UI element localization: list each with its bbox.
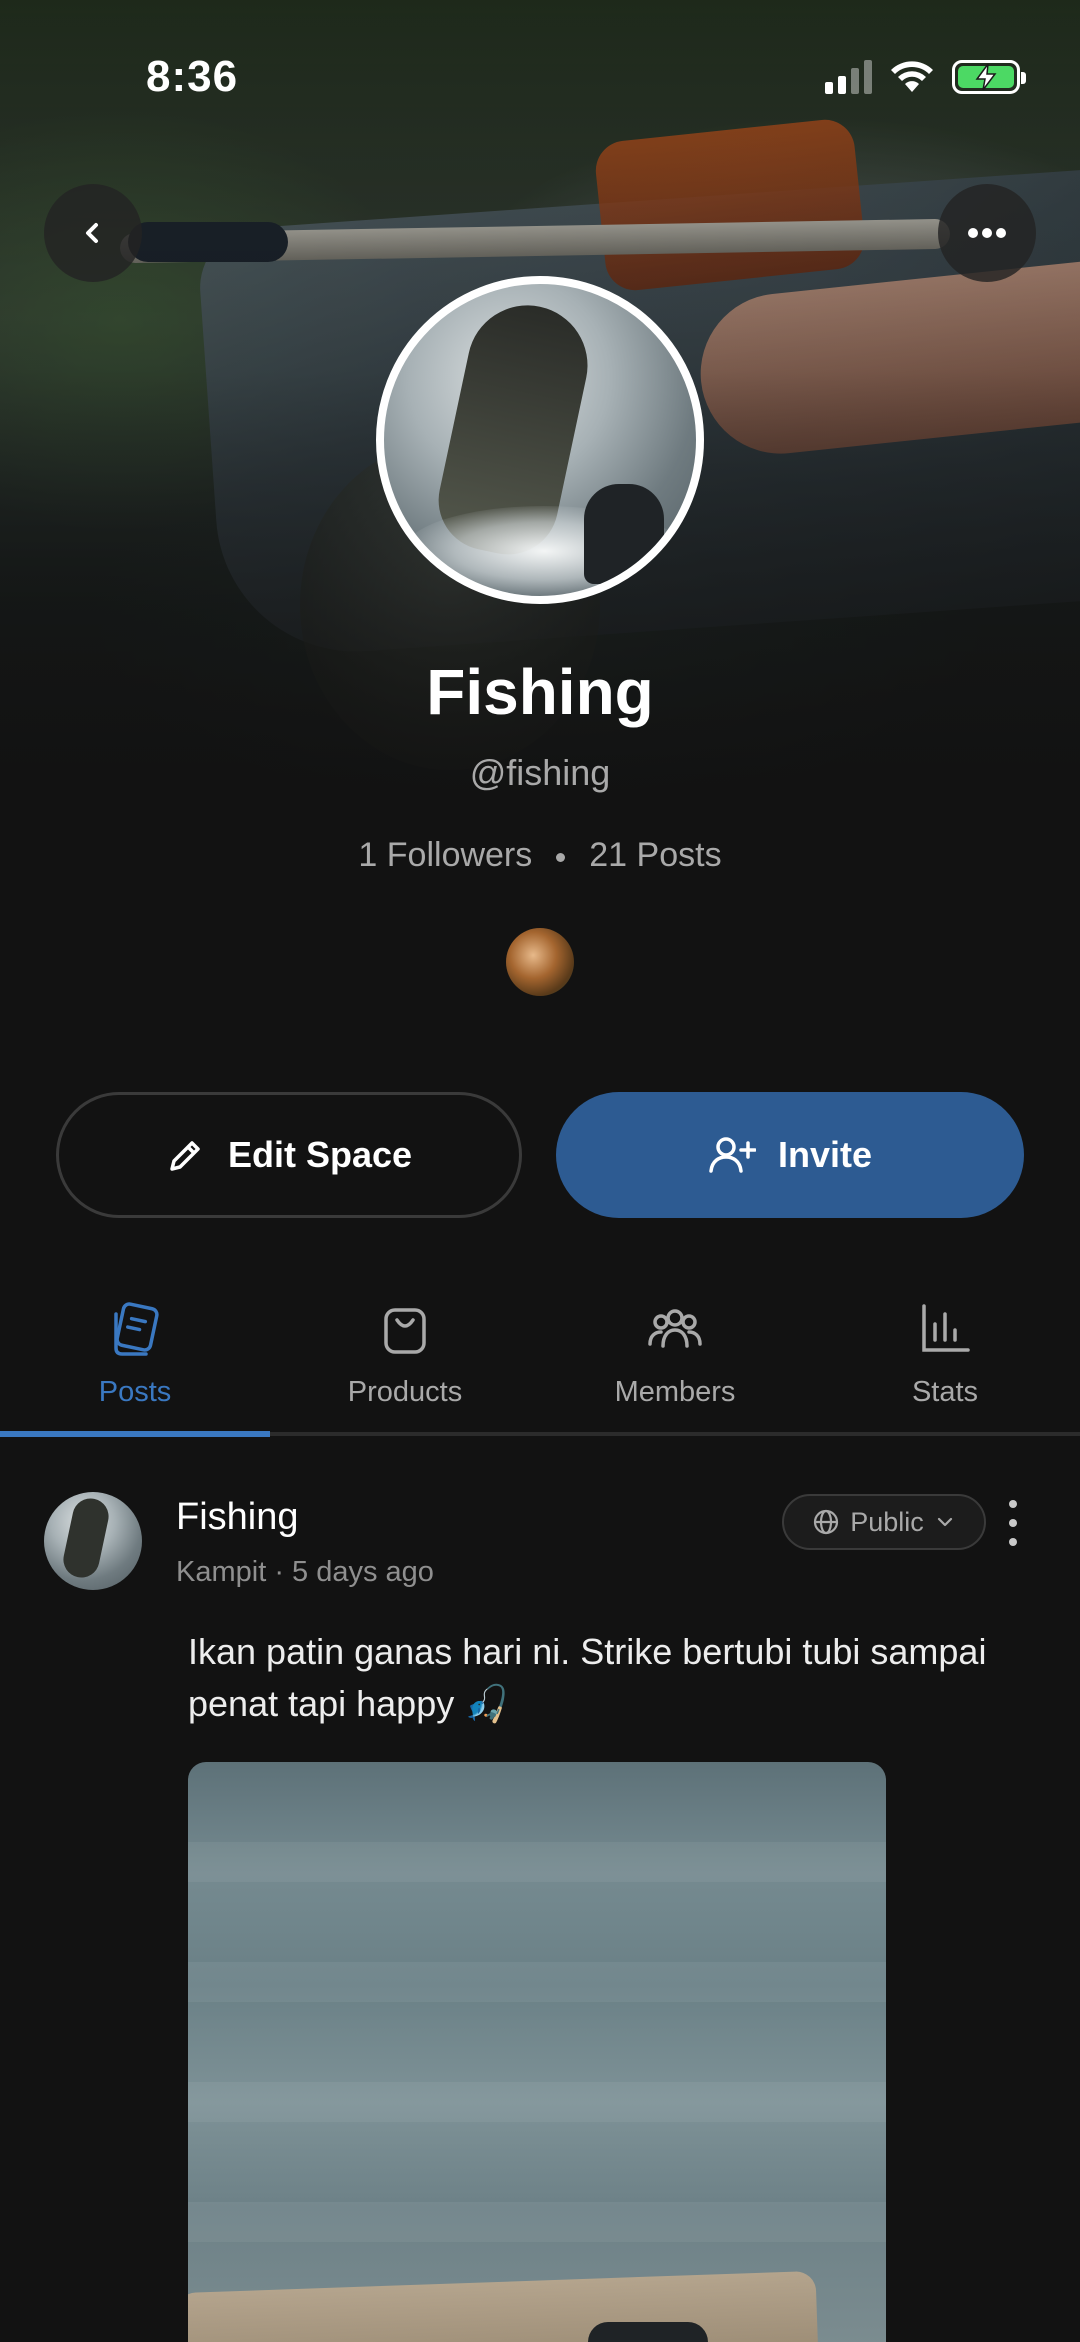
followers-count[interactable]: 1 Followers [358,836,532,874]
invite-label: Invite [777,1134,873,1175]
posts-count: 21 Posts [589,836,722,874]
post-author-avatar[interactable] [44,1492,142,1590]
space-handle: @fishing [469,752,611,793]
active-tab-indicator [0,1431,270,1437]
member-avatar[interactable] [506,928,574,996]
tab-members[interactable]: Members [540,1290,810,1438]
chevron-down-icon [937,1517,952,1527]
globe-icon [814,1509,839,1535]
post-more-options-button[interactable] [1000,1500,1026,1546]
bar-chart-icon [922,1304,970,1352]
posts-icon [114,1302,159,1356]
add-user-icon [709,1137,756,1173]
status-icons [825,60,1026,94]
shopping-bag-icon [384,1308,426,1354]
post-meta: Kampit · 5 days ago [176,1556,434,1588]
space-avatar[interactable] [376,276,704,604]
battery-icon [952,60,1026,94]
visibility-label: Public [850,1506,924,1537]
members-icon [648,1309,702,1348]
tab-stats[interactable]: Stats [810,1290,1080,1438]
edit-space-label: Edit Space [227,1134,413,1175]
visibility-dropdown[interactable]: Public [782,1494,986,1550]
back-button[interactable] [44,184,142,282]
tab-products-label: Products [347,1376,463,1408]
post-author-name[interactable]: Fishing [176,1496,299,1539]
pencil-icon [170,1141,200,1171]
wifi-icon [891,61,933,92]
tab-posts[interactable]: Posts [0,1290,270,1438]
tab-products[interactable]: Products [270,1290,540,1438]
separator-dot [556,852,566,862]
ellipsis-icon [968,228,1006,238]
more-options-button[interactable] [938,184,1036,282]
space-name: Fishing [426,656,654,728]
tab-members-label: Members [614,1376,736,1408]
edit-space-button[interactable]: Edit Space [56,1092,522,1218]
status-time: 8:36 [146,52,239,101]
chevron-left-icon [86,223,98,243]
post-image[interactable] [188,1762,886,2342]
cellular-signal-icon [825,60,872,94]
tab-stats-label: Stats [911,1376,979,1408]
tab-posts-label: Posts [98,1376,172,1408]
invite-button[interactable]: Invite [556,1092,1024,1218]
post-text: Ikan patin ganas hari ni. Strike bertubi… [188,1631,987,1724]
space-stats: 1 Followers 21 Posts [0,836,1080,875]
space-tabs: Posts Products Members Stats [0,1290,1080,1438]
